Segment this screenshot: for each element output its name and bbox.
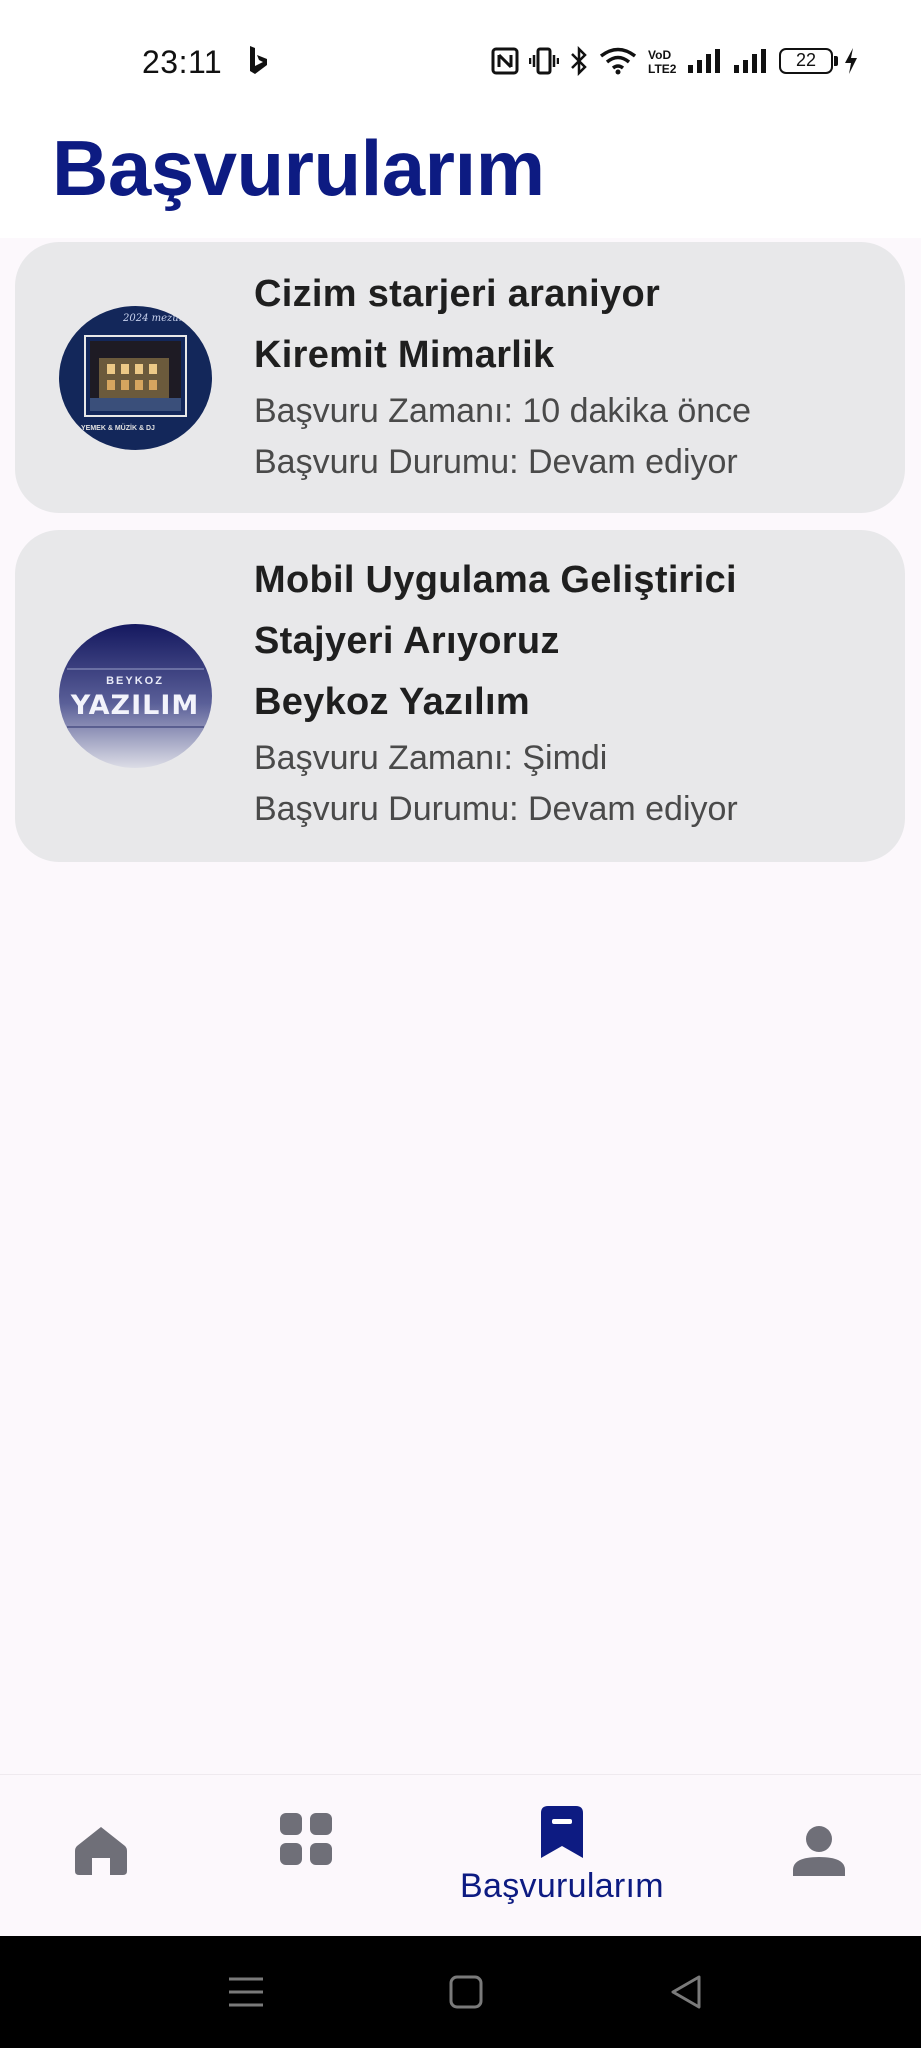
application-time: Başvuru Zamanı: 10 dakika önce xyxy=(254,392,752,430)
application-status: Başvuru Durumu: Devam ediyor xyxy=(254,790,738,828)
logo-text: 2024 mezuniyeti xyxy=(122,313,207,324)
svg-text:LTE2: LTE2 xyxy=(648,62,677,75)
nav-profile[interactable] xyxy=(776,1775,862,1937)
vibrate-icon xyxy=(529,47,559,75)
company-name: Beykoz Yazılım xyxy=(254,681,530,723)
wifi-icon xyxy=(599,47,637,75)
volte-icon: VoD LTE2 xyxy=(647,47,677,75)
job-title: Stajyeri Arıyoruz xyxy=(254,620,560,662)
person-icon xyxy=(792,1825,846,1882)
bottom-navigation: Başvurularım xyxy=(0,1774,921,1937)
charging-icon xyxy=(843,47,859,75)
page-title: Başvurularım xyxy=(52,124,545,212)
card-text: Cizim starjeri araniyor Kiremit Mimarlik… xyxy=(254,264,885,488)
status-bar: 23:11 VoD LTE2 22 xyxy=(0,0,921,120)
company-logo: 2024 mezuniyeti YEMEK & MÜZİK & DJ xyxy=(59,306,212,450)
card-text: Mobil Uygulama Geliştirici Stajyeri Arıy… xyxy=(254,550,885,835)
nav-explore[interactable] xyxy=(268,1775,348,1937)
bluetooth-icon xyxy=(569,46,589,76)
home-icon xyxy=(74,1824,128,1881)
status-time: 23:11 xyxy=(142,44,223,80)
application-card[interactable]: 2024 mezuniyeti YEMEK & MÜZİK & DJ Cizim… xyxy=(15,242,905,513)
system-home-button[interactable] xyxy=(421,1936,511,2048)
header: Başvurularım xyxy=(0,120,921,238)
logo-text: YEMEK & MÜZİK & DJ xyxy=(81,423,155,432)
logo-text: YAZILIM xyxy=(70,690,200,721)
nav-applications[interactable]: Başvurularım xyxy=(430,1775,694,1937)
system-back-button[interactable] xyxy=(641,1936,731,2048)
company-logo: BEYKOZ YAZILIM xyxy=(59,624,212,768)
bookmark-icon xyxy=(540,1805,584,1864)
grid-icon xyxy=(278,1811,334,1872)
nav-label: Başvurularım xyxy=(460,1867,664,1905)
status-icons: VoD LTE2 22 xyxy=(491,44,859,78)
system-menu-button[interactable] xyxy=(201,1936,291,2048)
nfc-icon xyxy=(491,47,519,75)
application-status: Başvuru Durumu: Devam ediyor xyxy=(254,443,738,481)
signal-icon xyxy=(733,48,769,74)
nav-home[interactable] xyxy=(62,1775,142,1937)
bing-icon xyxy=(246,44,270,78)
company-name: Kiremit Mimarlik xyxy=(254,334,555,376)
svg-text:VoD: VoD xyxy=(648,48,671,62)
battery-icon: 22 xyxy=(779,48,838,74)
job-title: Mobil Uygulama Geliştirici xyxy=(254,559,737,601)
logo-text: BEYKOZ xyxy=(106,675,164,687)
system-navigation-bar xyxy=(0,1936,921,2048)
signal-icon xyxy=(687,48,723,74)
application-time: Başvuru Zamanı: Şimdi xyxy=(254,739,608,777)
application-card[interactable]: BEYKOZ YAZILIM Mobil Uygulama Geliştiric… xyxy=(15,530,905,862)
job-title: Cizim starjeri araniyor xyxy=(254,273,661,315)
